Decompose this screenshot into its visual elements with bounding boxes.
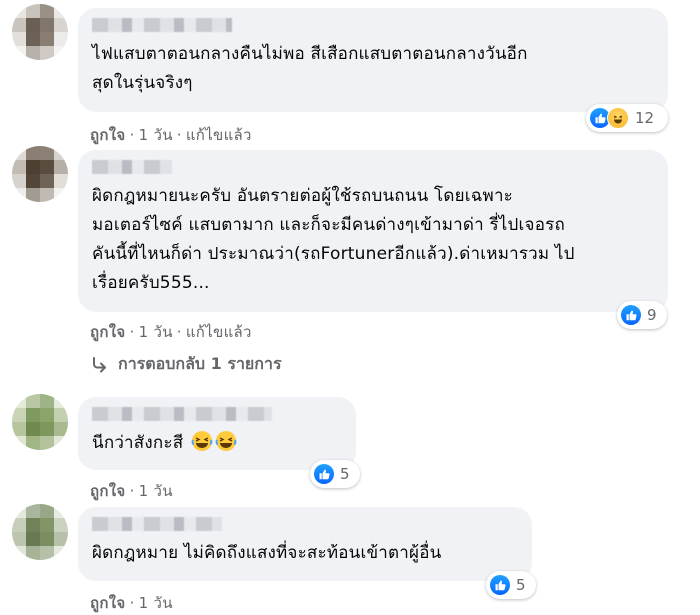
- avatar[interactable]: [12, 4, 68, 60]
- avatar[interactable]: [12, 394, 68, 450]
- comment-actions: ถูกใจ · 1 วัน: [90, 482, 173, 500]
- reaction-count: 5: [516, 576, 526, 594]
- like-button[interactable]: ถูกใจ: [90, 323, 125, 341]
- reply-arrow-icon: [93, 356, 106, 372]
- reaction-summary[interactable]: 9: [617, 301, 667, 329]
- like-button[interactable]: ถูกใจ: [90, 594, 125, 612]
- edited-label: แก้ไขแล้ว: [185, 126, 252, 144]
- reaction-count: 12: [635, 109, 655, 127]
- timestamp[interactable]: 1 วัน: [139, 594, 173, 612]
- comment-text: ไฟแสบตาตอนกลางคืนไม่พอ สีเสือกแสบตาตอนกล…: [92, 44, 528, 93]
- like-button[interactable]: ถูกใจ: [90, 482, 125, 500]
- haha-icon: [607, 107, 629, 129]
- comment-bubble: ผิดกฎหมายนะครับ อันตรายต่อผู้ใช้รถบนถนน …: [78, 150, 668, 312]
- comment-bubble: นีกว่าสังกะสี: [78, 397, 356, 470]
- like-icon: [490, 575, 510, 595]
- like-button[interactable]: ถูกใจ: [90, 126, 125, 144]
- comment-text: ผิดกฎหมาย ไม่คิดถึงแสงที่จะสะท้อนเข้าตาผ…: [92, 543, 442, 563]
- author-name-redacted: [92, 517, 222, 531]
- comment-actions: ถูกใจ · 1 วัน · แก้ไขแล้ว: [90, 323, 252, 341]
- comment-text: นีกว่าสังกะสี: [92, 429, 342, 458]
- comment-bubble: ผิดกฎหมาย ไม่คิดถึงแสงที่จะสะท้อนเข้าตาผ…: [78, 507, 532, 581]
- timestamp[interactable]: 1 วัน: [139, 482, 173, 500]
- reaction-summary[interactable]: 5: [310, 460, 360, 488]
- reaction-count: 9: [647, 306, 657, 324]
- author-name-redacted: [92, 18, 232, 32]
- timestamp[interactable]: 1 วัน: [139, 126, 173, 144]
- author-name-redacted: [92, 407, 272, 421]
- like-icon: [621, 305, 641, 325]
- laughing-emoji-icon: [215, 431, 237, 451]
- reaction-count: 5: [340, 465, 350, 483]
- reply-count-label: การตอบกลับ 1 รายการ: [118, 354, 282, 373]
- author-name-redacted: [92, 160, 172, 174]
- comment-actions: ถูกใจ · 1 วัน · แก้ไขแล้ว: [90, 126, 252, 144]
- laughing-emoji-icon: [191, 431, 213, 451]
- reaction-summary[interactable]: 5: [486, 571, 536, 599]
- comment-actions: ถูกใจ · 1 วัน: [90, 594, 173, 612]
- view-replies-button[interactable]: การตอบกลับ 1 รายการ: [90, 352, 282, 377]
- timestamp[interactable]: 1 วัน: [139, 323, 173, 341]
- comment-bubble: ไฟแสบตาตอนกลางคืนไม่พอ สีเสือกแสบตาตอนกล…: [78, 8, 668, 112]
- reaction-summary[interactable]: 12: [586, 104, 668, 132]
- like-icon: [314, 464, 334, 484]
- avatar[interactable]: [12, 504, 68, 560]
- edited-label: แก้ไขแล้ว: [185, 323, 252, 341]
- avatar[interactable]: [12, 146, 68, 202]
- comment-text: ผิดกฎหมายนะครับ อันตรายต่อผู้ใช้รถบนถนน …: [92, 186, 575, 293]
